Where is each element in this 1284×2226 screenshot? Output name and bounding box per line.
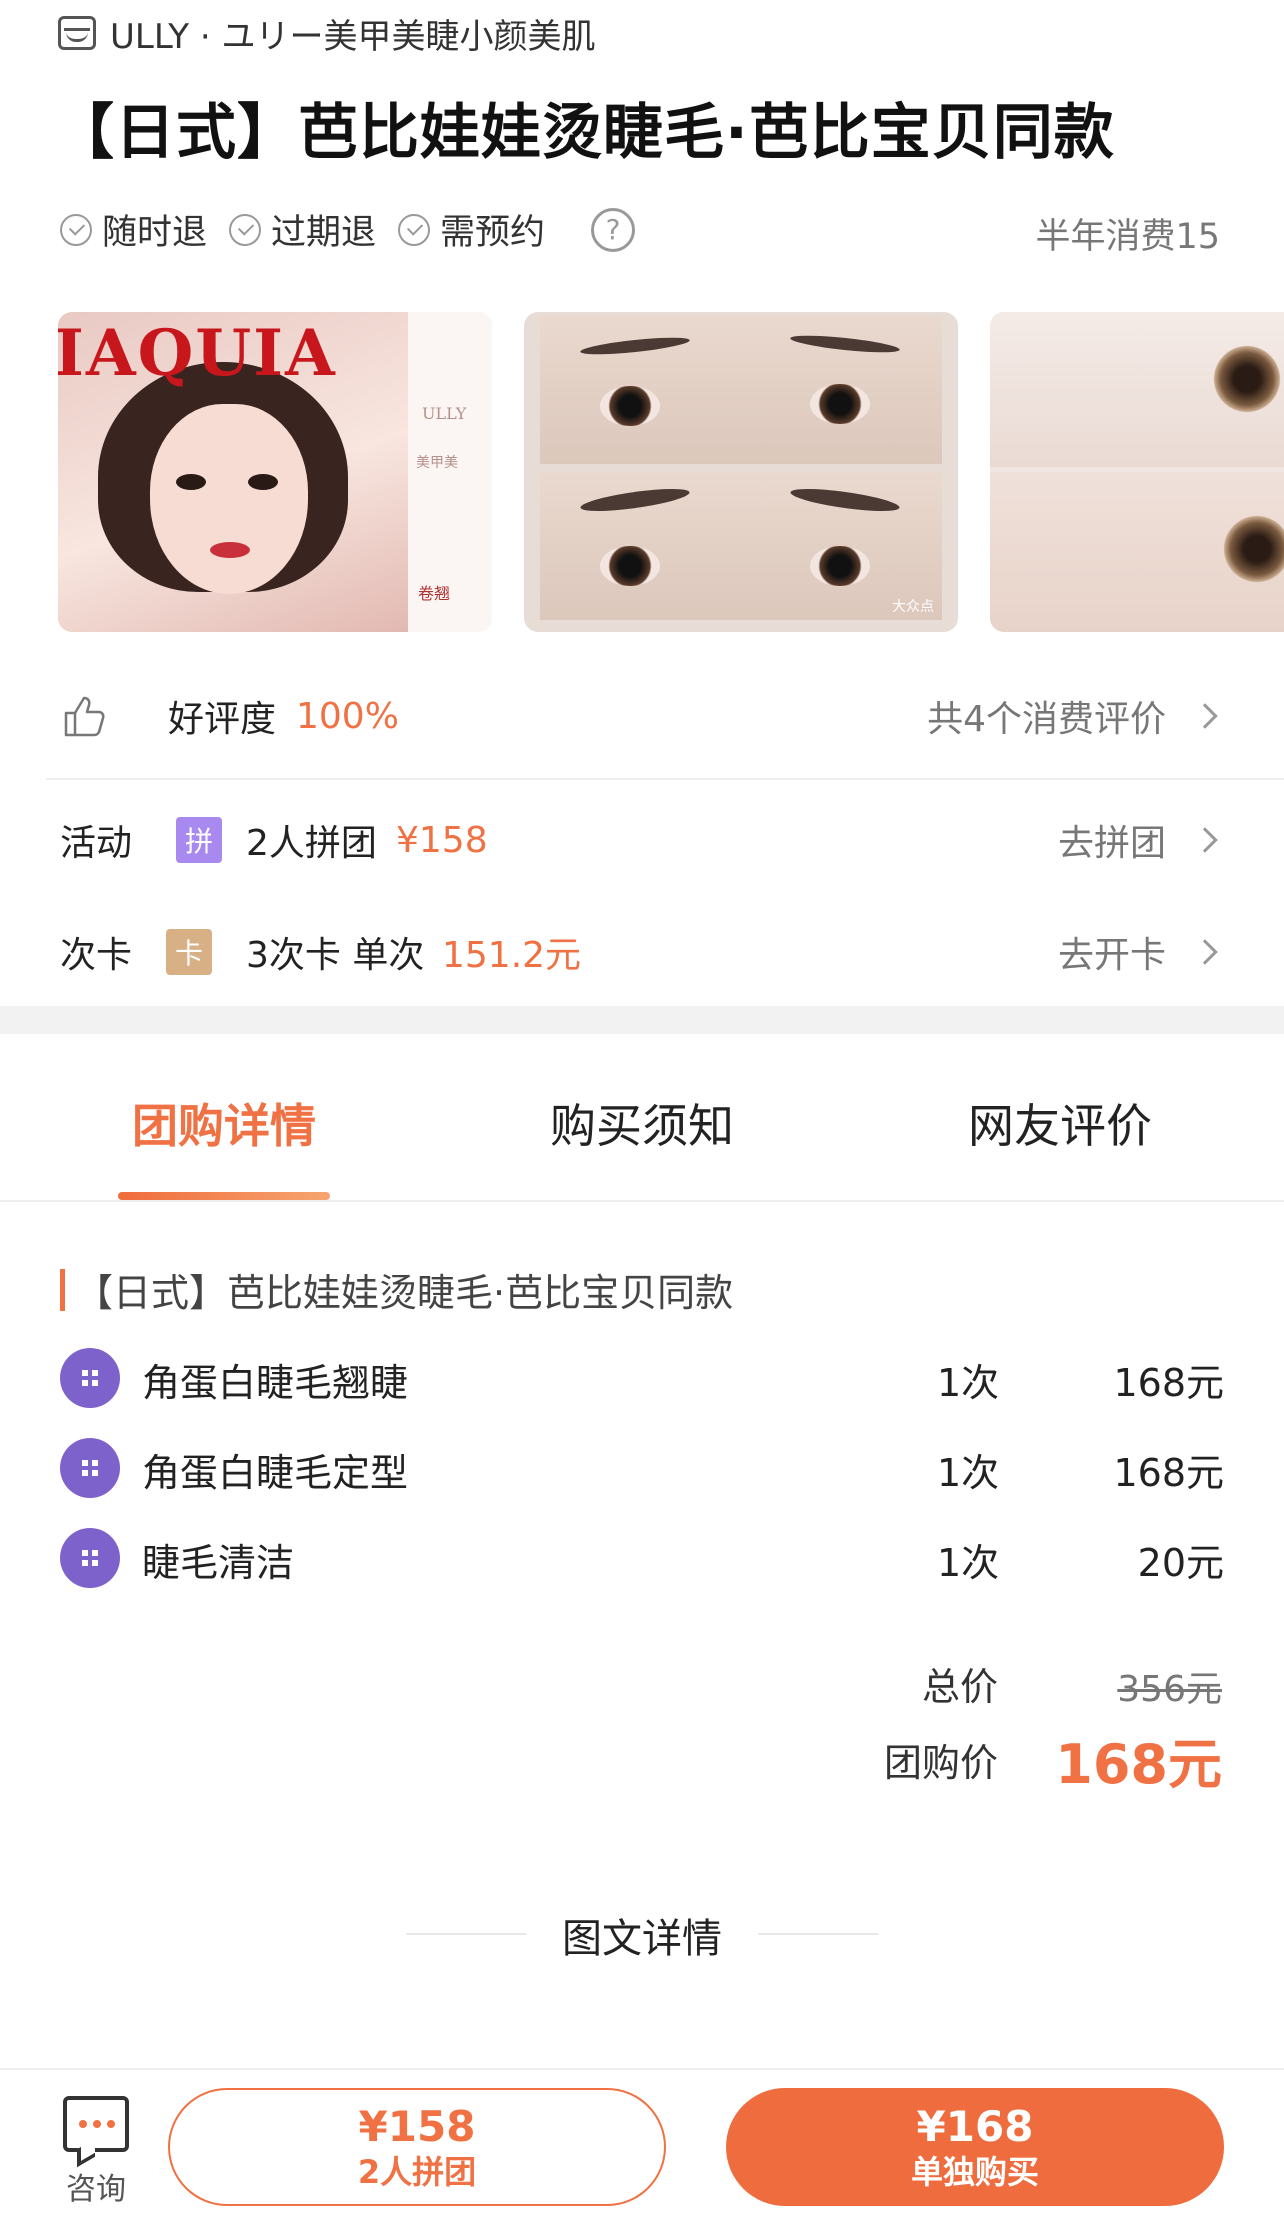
consult-label: 咨询	[66, 2172, 126, 2207]
rating-label: 好评度	[168, 699, 277, 740]
watermark: 大众点	[892, 599, 934, 615]
grid-icon	[60, 1348, 120, 1408]
tag-reservation: 需预约	[398, 204, 545, 255]
shop-name: ULLY · ユリー美甲美睫小颜美肌	[110, 16, 596, 57]
reviews-link[interactable]: 共4个消费评价	[927, 690, 1218, 742]
section-gap	[0, 1006, 1284, 1034]
divider	[758, 1933, 878, 1935]
tag-anytime-refund: 随时退	[60, 204, 207, 255]
tab-purchase-notes[interactable]: 购买须知	[550, 1090, 734, 1156]
check-circle-icon	[229, 213, 262, 246]
activity-text: 2人拼团	[246, 823, 377, 864]
gallery-image-magazine[interactable]: IAQUIA ULLY 美甲美 卷翘	[58, 312, 492, 632]
package-item: 角蛋白睫毛定型 1次 168元	[60, 1434, 1224, 1498]
activity-price: ¥158	[396, 819, 488, 861]
chat-icon	[63, 2096, 129, 2152]
thumb-up-icon	[64, 696, 105, 737]
pic-detail-heading: 图文详情	[562, 1916, 722, 1962]
package-item: 角蛋白睫毛翘睫 1次 168元	[60, 1344, 1224, 1408]
magazine-title: IAQUIA	[58, 316, 337, 391]
grid-icon	[60, 1528, 120, 1588]
card-label: 次卡	[60, 935, 133, 976]
package-item: 睫毛清洁 1次 20元	[60, 1524, 1224, 1588]
activity-row[interactable]: 活动 拼 2人拼团 ¥158 去拼团	[0, 810, 1284, 870]
divider	[46, 778, 1284, 780]
grid-icon	[60, 1438, 120, 1498]
group-buy-button[interactable]: ¥158 2人拼团	[168, 2088, 666, 2206]
card-text: 3次卡 单次	[246, 935, 425, 976]
gallery-image-lashes[interactable]	[990, 312, 1284, 632]
open-card-link[interactable]: 去开卡	[1058, 926, 1218, 978]
rating-row[interactable]: 好评度 100% 共4个消费评价	[0, 686, 1284, 746]
chevron-right-icon	[1192, 827, 1218, 853]
group-price-label: 团购价	[883, 1741, 998, 1785]
tag-expired-refund: 过期退	[229, 204, 376, 255]
image-gallery[interactable]: IAQUIA ULLY 美甲美 卷翘 大众点	[58, 312, 1284, 632]
consult-button[interactable]: 咨询	[58, 2096, 134, 2208]
chevron-right-icon	[1192, 703, 1218, 729]
tab-group-details[interactable]: 团购详情	[132, 1090, 316, 1156]
join-group-link[interactable]: 去拼团	[1058, 814, 1218, 866]
bottom-bar: 咨询 ¥158 2人拼团 ¥168 单独购买	[0, 2068, 1284, 2226]
page-title: 【日式】芭比娃娃烫睫毛·芭比宝贝同款	[54, 98, 1115, 168]
tab-reviews[interactable]: 网友评价	[968, 1090, 1152, 1156]
card-row[interactable]: 次卡 卡 3次卡 单次 151.2元 去开卡	[0, 922, 1284, 982]
group-badge: 拼	[176, 817, 222, 863]
total-value: 356元	[1117, 1669, 1222, 1710]
check-circle-icon	[60, 213, 92, 246]
buy-alone-button[interactable]: ¥168 单独购买	[726, 2088, 1224, 2206]
sold-count: 半年消费15	[1035, 217, 1220, 257]
package-title: 【日式】芭比娃娃烫睫毛·芭比宝贝同款	[60, 1262, 733, 1317]
chevron-right-icon	[1192, 939, 1218, 965]
service-tags: 随时退 过期退 需预约 ?	[60, 204, 636, 255]
card-price: 151.2元	[442, 935, 582, 976]
card-badge: 卡	[166, 929, 212, 975]
shop-line[interactable]: ULLY · ユリー美甲美睫小颜美肌	[58, 12, 595, 57]
group-price-value: 168元	[1055, 1733, 1222, 1796]
activity-label: 活动	[60, 823, 133, 864]
gallery-image-eyes[interactable]: 大众点	[524, 312, 958, 632]
shop-icon	[58, 16, 96, 50]
tab-indicator	[118, 1192, 330, 1200]
rating-value: 100%	[296, 695, 399, 737]
tabs-divider	[0, 1200, 1284, 1202]
total-label: 总价	[921, 1665, 998, 1709]
check-circle-icon	[398, 213, 431, 246]
help-icon[interactable]: ?	[591, 207, 636, 252]
